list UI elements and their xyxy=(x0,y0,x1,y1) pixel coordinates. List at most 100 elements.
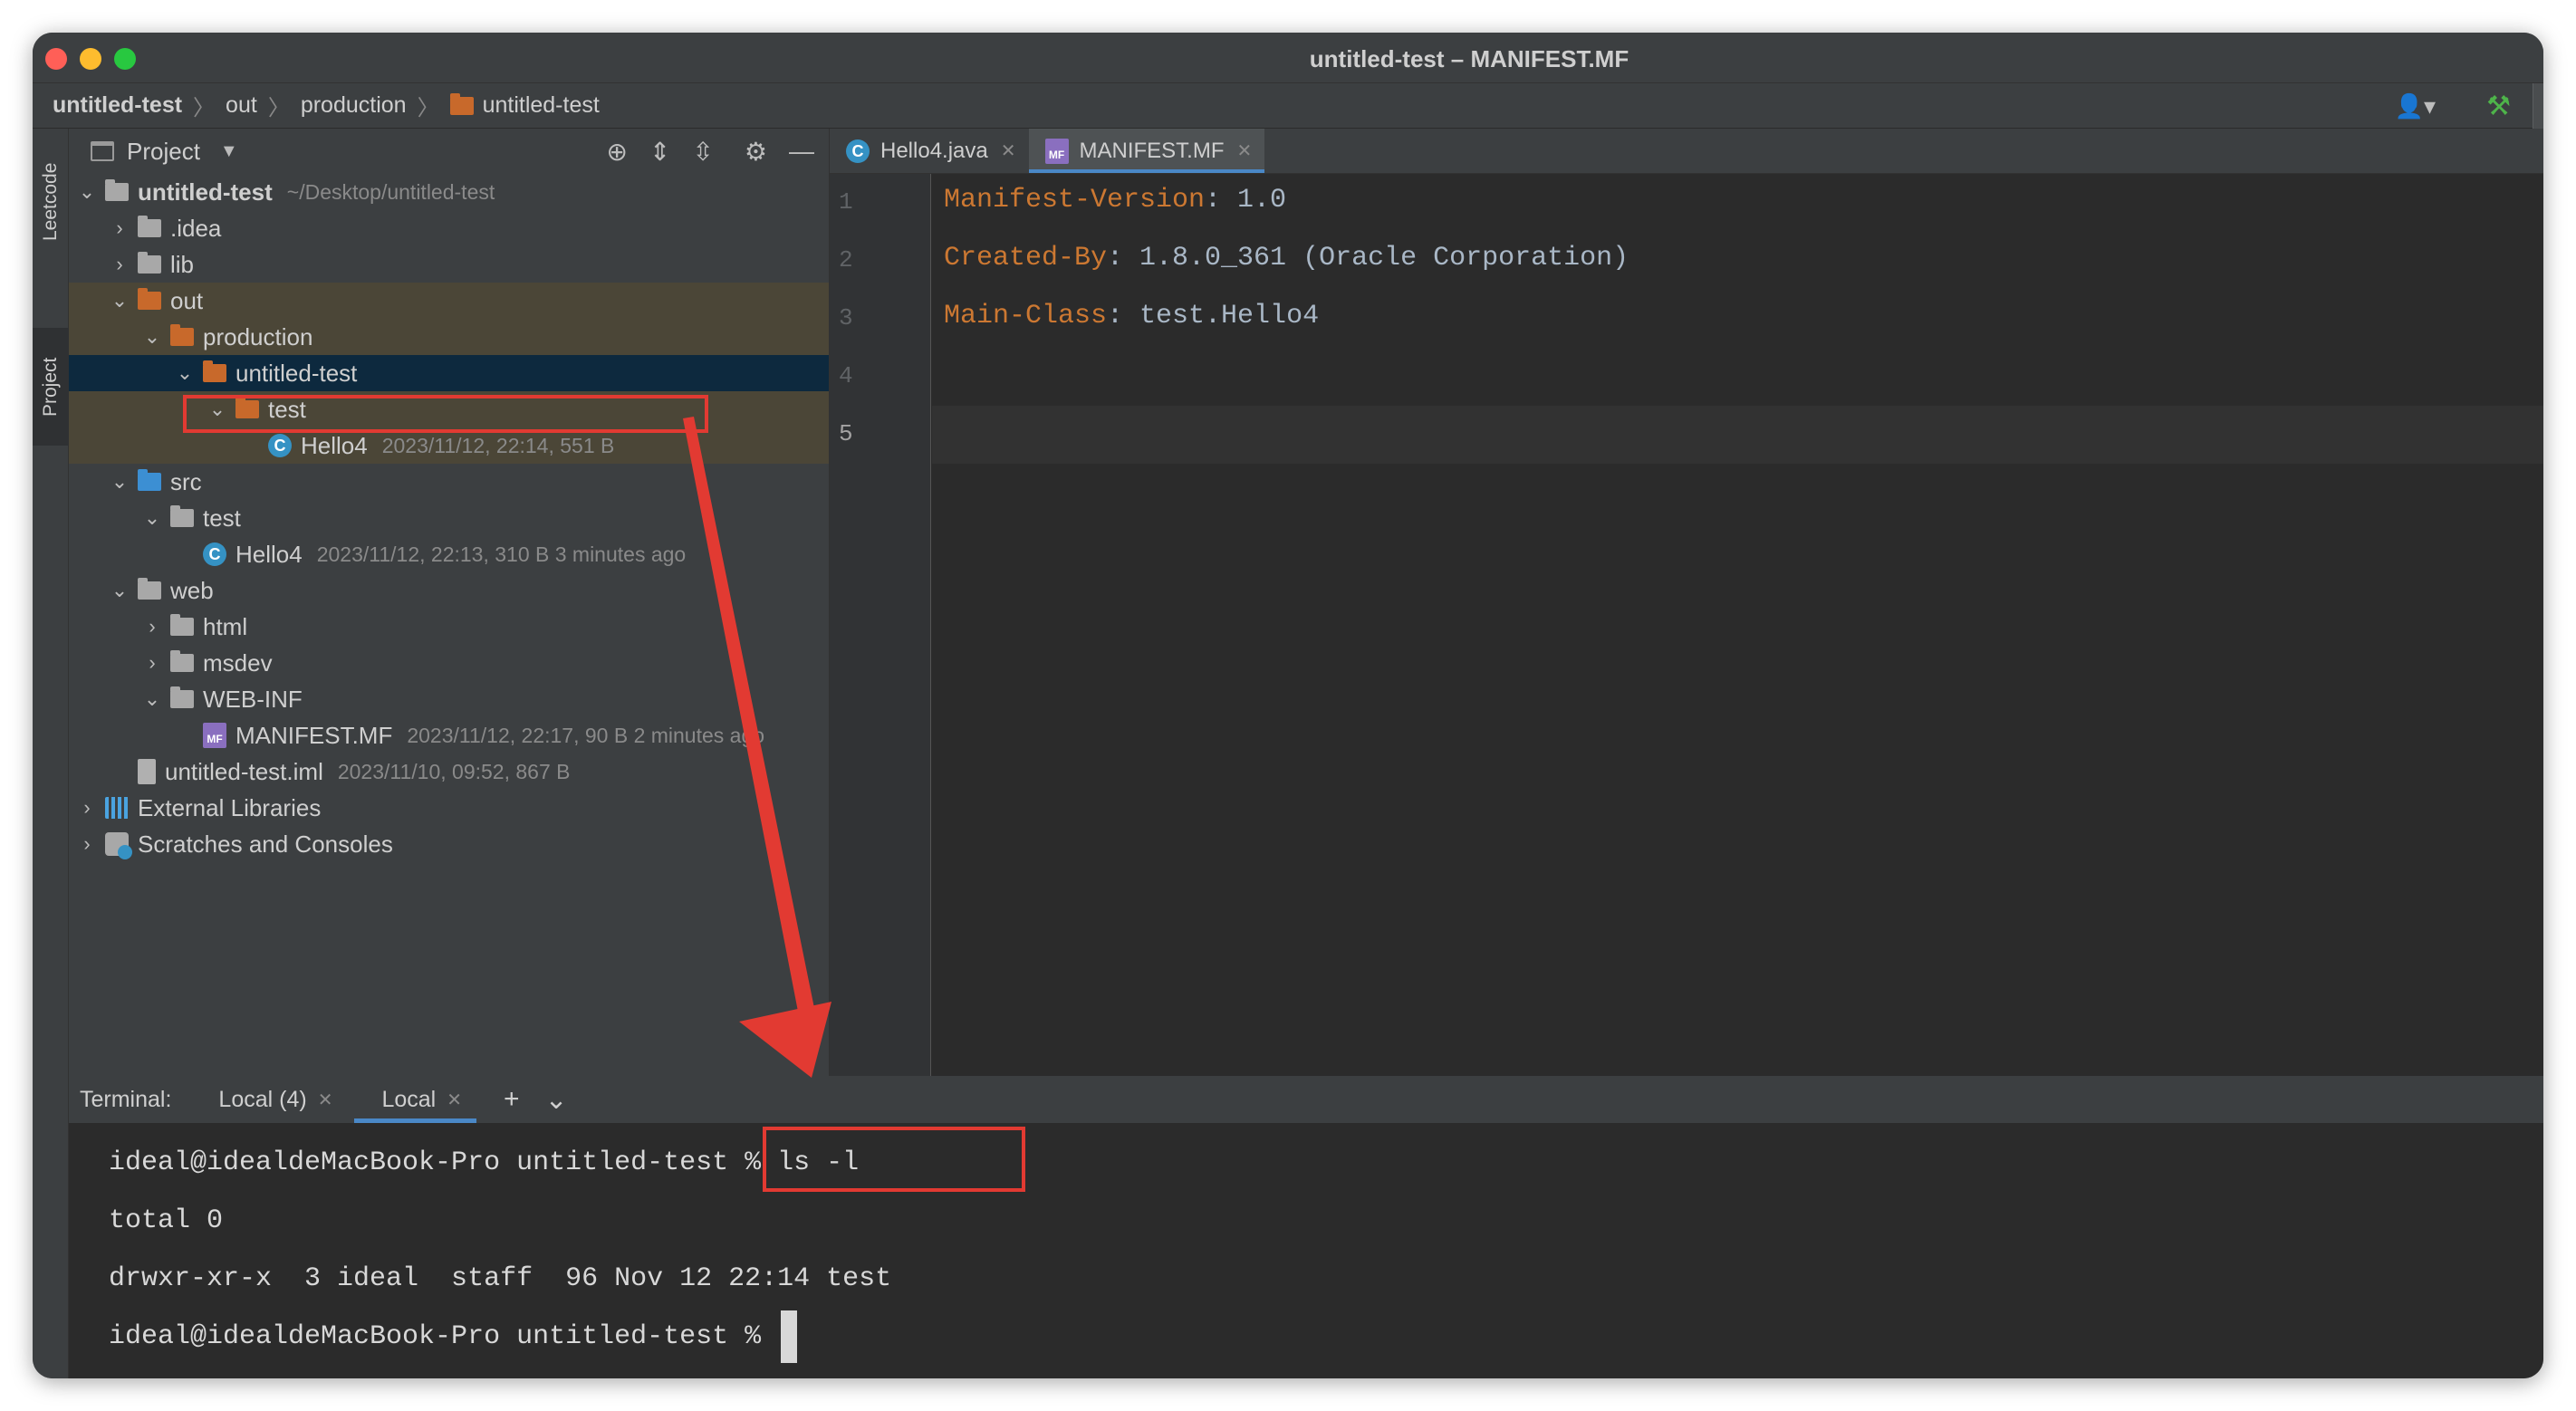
terminal-cursor xyxy=(781,1310,798,1363)
locate-file-icon[interactable]: ⊕ xyxy=(606,137,627,167)
tree-node[interactable]: › .idea xyxy=(69,210,829,246)
chevron-down-icon[interactable]: ⌄ xyxy=(143,687,161,711)
chevron-right-icon[interactable]: › xyxy=(143,615,161,638)
package-icon xyxy=(170,505,194,527)
tree-node[interactable]: C Hello4 2023/11/12, 22:13, 310 B 3 minu… xyxy=(69,536,829,572)
breadcrumb-out[interactable]: out xyxy=(226,92,257,119)
project-view-selector[interactable]: Project xyxy=(127,138,200,166)
tree-node[interactable]: untitled-test.iml 2023/11/10, 09:52, 867… xyxy=(69,753,829,790)
chevron-down-icon[interactable]: ⌄ xyxy=(111,289,129,312)
chevron-right-icon[interactable]: › xyxy=(78,832,96,856)
tree-label: Scratches and Consoles xyxy=(138,830,393,858)
tree-node[interactable]: › html xyxy=(69,609,829,645)
scratches-icon xyxy=(105,832,132,859)
tree-node[interactable]: › External Libraries xyxy=(69,790,829,826)
tree-node[interactable]: ⌄ out xyxy=(69,283,829,319)
code-area[interactable]: 1 2 3 4 5 Manifest-Version: 1.0 Created-… xyxy=(830,174,2543,1076)
chevron-down-icon[interactable]: ▼ xyxy=(220,141,238,162)
tree-node[interactable]: ⌄ WEB-INF xyxy=(69,681,829,717)
tree-label: web xyxy=(170,576,214,604)
code-line: Manifest-Version: 1.0 xyxy=(944,185,1286,216)
tree-node[interactable]: ⌄ untitled-test ~/Desktop/untitled-test xyxy=(69,174,829,210)
hide-panel-icon[interactable]: — xyxy=(789,137,814,166)
tree-node[interactable]: ⌄ src xyxy=(69,464,829,500)
tree-node[interactable]: MF MANIFEST.MF 2023/11/12, 22:17, 90 B 2… xyxy=(69,717,829,753)
project-window-icon xyxy=(91,141,114,161)
chevron-down-icon[interactable]: ⌄ xyxy=(533,1076,581,1123)
breadcrumb-separator-icon: 〉 xyxy=(417,96,439,120)
chevron-down-icon[interactable]: ⌄ xyxy=(143,325,161,349)
folder-icon xyxy=(138,252,161,274)
folder-icon xyxy=(449,92,474,115)
chevron-right-icon[interactable]: › xyxy=(143,651,161,675)
title-bar: untitled-test – MANIFEST.MF xyxy=(33,33,2543,83)
navbar-actions: 👤▾ ⚒ xyxy=(2395,83,2543,129)
editor-pane: C Hello4.java ✕ MF MANIFEST.MF ✕ 1 2 3 4… xyxy=(830,129,2543,1076)
terminal-line: ideal@idealdeMacBook-Pro untitled-test %… xyxy=(109,1134,2543,1192)
tab-manifest-mf[interactable]: MF MANIFEST.MF ✕ xyxy=(1028,129,1265,173)
tree-label: msdev xyxy=(203,648,273,677)
tree-label: untitled-test xyxy=(235,359,358,387)
build-hammer-icon[interactable]: ⚒ xyxy=(2486,91,2511,122)
chevron-down-icon[interactable]: ⌄ xyxy=(111,579,129,602)
tree-node[interactable]: › msdev xyxy=(69,645,829,681)
chevron-down-icon[interactable]: ⌄ xyxy=(143,506,161,530)
tab-label: Local (4) xyxy=(218,1086,307,1112)
breadcrumb-production[interactable]: production xyxy=(301,92,407,119)
chevron-down-icon[interactable]: ⌄ xyxy=(78,180,96,204)
terminal-tab-local[interactable]: Local ✕ xyxy=(351,1076,476,1123)
manifest-file-icon: MF xyxy=(1044,138,1069,164)
terminal-line: drwxr-xr-x 3 ideal staff 96 Nov 12 22:14… xyxy=(109,1263,892,1294)
chevron-down-icon[interactable]: ⌄ xyxy=(111,470,129,494)
code-line: Main-Class: test.Hello4 xyxy=(944,301,1319,331)
left-tool-strip: Leetcode Project xyxy=(33,129,69,1378)
tree-node[interactable]: ⌄ test xyxy=(69,391,829,427)
close-icon[interactable]: ✕ xyxy=(447,1089,462,1111)
tree-label: WEB-INF xyxy=(203,685,303,713)
current-line-highlight xyxy=(932,406,2543,464)
project-toolbar: ⊕ ⇕ ⇳ ⚙ — xyxy=(606,129,814,174)
terminal-tab-local-4[interactable]: Local (4) ✕ xyxy=(204,1076,347,1123)
project-tool-tab[interactable]: Project xyxy=(33,328,69,446)
chevron-down-icon[interactable]: ⌄ xyxy=(176,361,194,385)
breadcrumb-project[interactable]: untitled-test xyxy=(53,92,182,119)
tree-node-selected[interactable]: ⌄ untitled-test xyxy=(69,355,829,391)
collapse-all-icon[interactable]: ⇳ xyxy=(692,137,713,167)
module-file-icon xyxy=(138,759,156,784)
tree-label: test xyxy=(268,395,306,423)
chevron-down-icon[interactable]: ⌄ xyxy=(208,398,226,421)
breadcrumb-untitled-test[interactable]: untitled-test xyxy=(449,92,600,119)
tree-node[interactable]: › lib xyxy=(69,246,829,283)
tree-node[interactable]: ⌄ production xyxy=(69,319,829,355)
manifest-key: Main-Class xyxy=(944,301,1108,331)
chevron-right-icon[interactable]: › xyxy=(78,796,96,820)
folder-icon xyxy=(170,686,194,708)
line-number: 3 xyxy=(839,304,853,331)
excluded-folder-icon xyxy=(203,360,226,382)
terminal-output[interactable]: ideal@idealdeMacBook-Pro untitled-test %… xyxy=(69,1123,2543,1366)
project-folder-icon xyxy=(105,179,129,201)
tree-node[interactable]: ⌄ test xyxy=(69,500,829,536)
project-tree: ⌄ untitled-test ~/Desktop/untitled-test … xyxy=(69,174,829,862)
close-icon[interactable]: ✕ xyxy=(318,1089,333,1111)
leetcode-tool-tab[interactable]: Leetcode xyxy=(33,134,69,270)
terminal-prompt: ideal@idealdeMacBook-Pro untitled-test % xyxy=(109,1321,778,1352)
tree-node[interactable]: C Hello4 2023/11/12, 22:14, 551 B xyxy=(69,427,829,464)
folder-icon xyxy=(170,650,194,672)
tree-label: Hello4 xyxy=(301,431,368,459)
expand-all-icon[interactable]: ⇕ xyxy=(649,137,670,167)
chevron-right-icon[interactable]: › xyxy=(111,216,129,240)
run-config-stub[interactable] xyxy=(2533,83,2543,129)
manifest-value: : test.Hello4 xyxy=(1107,301,1320,331)
user-account-icon[interactable]: 👤▾ xyxy=(2395,92,2436,120)
tree-node[interactable]: ⌄ web xyxy=(69,572,829,609)
manifest-key: Created-By xyxy=(944,243,1108,274)
chevron-right-icon[interactable]: › xyxy=(111,253,129,276)
new-terminal-button[interactable]: + xyxy=(491,1076,533,1123)
tab-hello4-java[interactable]: C Hello4.java ✕ xyxy=(830,129,1029,173)
gear-icon[interactable]: ⚙ xyxy=(745,137,767,167)
source-folder-icon xyxy=(138,469,161,491)
tree-node[interactable]: › Scratches and Consoles xyxy=(69,826,829,862)
close-icon[interactable]: ✕ xyxy=(1237,139,1253,162)
close-icon[interactable]: ✕ xyxy=(1001,139,1016,162)
